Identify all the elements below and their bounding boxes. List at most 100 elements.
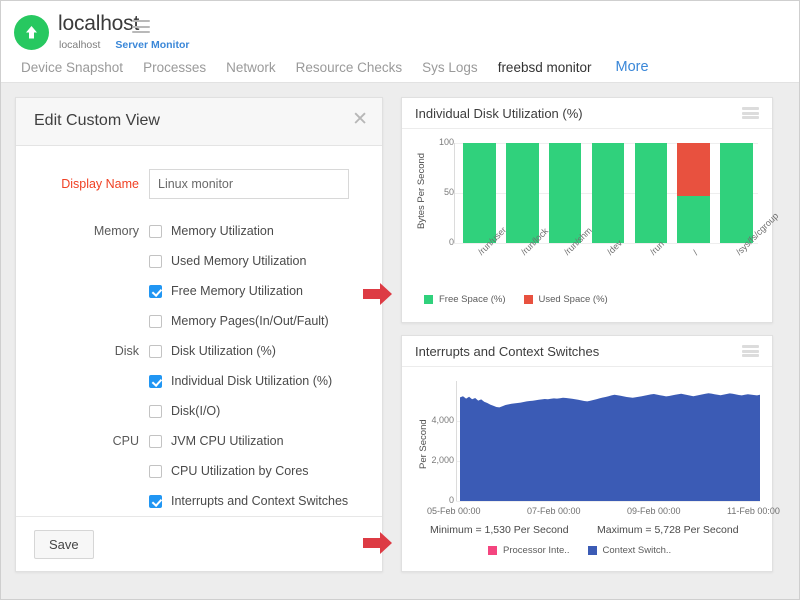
checkbox-memory-utilization[interactable] <box>149 225 162 238</box>
option-row-disk-io: Disk(I/O) <box>16 396 382 426</box>
dialog-title: Edit Custom View <box>34 112 160 130</box>
display-name-input[interactable] <box>149 169 349 199</box>
bar-segment-free-space[interactable] <box>506 143 539 243</box>
legend-item[interactable]: Used Space (%) <box>524 294 608 305</box>
tab-freebsd-monitor[interactable]: freebsd monitor <box>488 56 602 86</box>
option-row-interrupts-context-switches: Interrupts and Context Switches <box>16 486 382 516</box>
hamburger-icon[interactable] <box>742 345 759 357</box>
area-series-context-switches <box>402 367 774 567</box>
chart-legend: Free Space (%) Used Space (%) <box>424 294 608 305</box>
minimum-stat: Minimum = 1,530 Per Second <box>430 524 569 536</box>
up-arrow-circle-icon <box>14 15 49 50</box>
maximum-stat: Maximum = 5,728 Per Second <box>597 524 739 536</box>
chart-legend: Processor Inte.. Context Switch.. <box>488 545 671 556</box>
label-free-memory-utilization[interactable]: Free Memory Utilization <box>171 284 303 298</box>
breadcrumb-host: localhost <box>59 39 100 51</box>
label-disk-io[interactable]: Disk(I/O) <box>171 404 220 418</box>
edit-custom-view-dialog: Edit Custom View ✕ Display Name Memory M… <box>15 97 383 572</box>
legend-swatch <box>588 546 597 555</box>
label-individual-disk-utilization[interactable]: Individual Disk Utilization (%) <box>171 374 332 388</box>
label-disk-utilization[interactable]: Disk Utilization (%) <box>171 344 276 358</box>
tab-sys-logs[interactable]: Sys Logs <box>412 56 488 86</box>
nav-tabs: Device Snapshot Processes Network Resour… <box>11 55 659 86</box>
option-row-cpu-utilization-by-cores: CPU Utilization by Cores <box>16 456 382 486</box>
bar-segment-free-space[interactable] <box>549 143 582 243</box>
option-row-disk-utilization: Disk Disk Utilization (%) <box>16 336 382 366</box>
checkbox-individual-disk-utilization[interactable] <box>149 375 162 388</box>
chart-card-interrupts-context-switches: Interrupts and Context Switches Per Seco… <box>401 335 773 572</box>
group-label-cpu: CPU <box>16 434 149 448</box>
card-header: Individual Disk Utilization (%) <box>402 98 772 129</box>
hamburger-icon[interactable] <box>132 20 150 33</box>
checkbox-disk-io[interactable] <box>149 405 162 418</box>
legend-item[interactable]: Processor Inte.. <box>488 545 570 556</box>
save-button[interactable]: Save <box>34 530 94 559</box>
checkbox-used-memory-utilization[interactable] <box>149 255 162 268</box>
bar-segment-free-space[interactable] <box>677 196 710 243</box>
display-name-row: Display Name <box>16 164 382 204</box>
tab-device-snapshot[interactable]: Device Snapshot <box>11 56 133 86</box>
option-row-memory-utilization: Memory Memory Utilization <box>16 216 382 246</box>
tab-network[interactable]: Network <box>216 56 286 86</box>
y-axis-tick: 50 <box>424 187 454 197</box>
bar-segment-used-space[interactable] <box>677 143 710 196</box>
y-axis-tick: 100 <box>424 137 454 147</box>
legend-label: Processor Inte.. <box>503 545 570 556</box>
area-chart: Per Second 02,0004,000 05-Feb 00:0007-Fe… <box>402 367 772 571</box>
y-axis-line <box>454 143 455 243</box>
breadcrumb: localhost Server Monitor <box>59 39 189 51</box>
bar-segment-free-space[interactable] <box>463 143 496 243</box>
tab-more[interactable]: More <box>601 55 658 86</box>
option-row-used-memory-utilization: Used Memory Utilization <box>16 246 382 276</box>
tab-processes[interactable]: Processes <box>133 56 216 86</box>
content-area: Edit Custom View ✕ Display Name Memory M… <box>1 83 799 600</box>
tab-resource-checks[interactable]: Resource Checks <box>286 56 413 86</box>
x-axis-tick: 05-Feb 00:00 <box>427 506 481 516</box>
label-interrupts-context-switches[interactable]: Interrupts and Context Switches <box>171 494 348 508</box>
checkbox-interrupts-context-switches[interactable] <box>149 495 162 508</box>
legend-item[interactable]: Context Switch.. <box>588 545 672 556</box>
page-title: localhost <box>58 12 139 36</box>
bar-segment-free-space[interactable] <box>592 143 625 243</box>
app-window: localhost localhost Server Monitor Devic… <box>0 0 800 600</box>
option-row-individual-disk-utilization: Individual Disk Utilization (%) <box>16 366 382 396</box>
card-title: Individual Disk Utilization (%) <box>415 106 583 121</box>
page-header: localhost localhost Server Monitor Devic… <box>1 1 799 83</box>
checkbox-jvm-cpu-utilization[interactable] <box>149 435 162 448</box>
label-cpu-utilization-by-cores[interactable]: CPU Utilization by Cores <box>171 464 309 478</box>
breadcrumb-server-monitor-link[interactable]: Server Monitor <box>115 39 189 51</box>
close-icon[interactable]: ✕ <box>352 110 368 130</box>
legend-item[interactable]: Free Space (%) <box>424 294 506 305</box>
card-header: Interrupts and Context Switches <box>402 336 772 367</box>
legend-label: Free Space (%) <box>439 294 506 305</box>
option-row-memory-pages: Memory Pages(In/Out/Fault) <box>16 306 382 336</box>
checkbox-disk-utilization[interactable] <box>149 345 162 358</box>
label-jvm-cpu-utilization[interactable]: JVM CPU Utilization <box>171 434 284 448</box>
dialog-body: Display Name Memory Memory Utilization U… <box>16 146 382 516</box>
label-memory-pages[interactable]: Memory Pages(In/Out/Fault) <box>171 314 329 328</box>
card-title: Interrupts and Context Switches <box>415 344 599 359</box>
checkbox-memory-pages[interactable] <box>149 315 162 328</box>
legend-label: Used Space (%) <box>539 294 608 305</box>
x-axis-tick: 07-Feb 00:00 <box>527 506 581 516</box>
hamburger-icon[interactable] <box>742 107 759 119</box>
bar-chart: Bytes Per Second 050100 /run/user/run/lo… <box>402 129 772 322</box>
option-row-free-memory-utilization: Free Memory Utilization <box>16 276 382 306</box>
y-axis-tick: 0 <box>424 237 454 247</box>
right-arrow-icon-disk <box>363 282 393 306</box>
x-axis-tick: / <box>691 248 700 257</box>
label-memory-utilization[interactable]: Memory Utilization <box>171 224 274 238</box>
dialog-header: Edit Custom View ✕ <box>16 98 382 146</box>
right-arrow-icon-interrupts <box>363 531 393 555</box>
checkbox-cpu-utilization-by-cores[interactable] <box>149 465 162 478</box>
option-row-jvm-cpu-utilization: CPU JVM CPU Utilization <box>16 426 382 456</box>
bar-segment-free-space[interactable] <box>720 143 753 243</box>
legend-swatch <box>524 295 533 304</box>
dialog-footer: Save <box>16 516 382 572</box>
label-used-memory-utilization[interactable]: Used Memory Utilization <box>171 254 306 268</box>
legend-swatch <box>488 546 497 555</box>
x-axis-tick: 11-Feb 00:00 <box>727 506 780 516</box>
x-axis-tick: 09-Feb 00:00 <box>627 506 681 516</box>
checkbox-free-memory-utilization[interactable] <box>149 285 162 298</box>
bar-segment-free-space[interactable] <box>635 143 668 243</box>
